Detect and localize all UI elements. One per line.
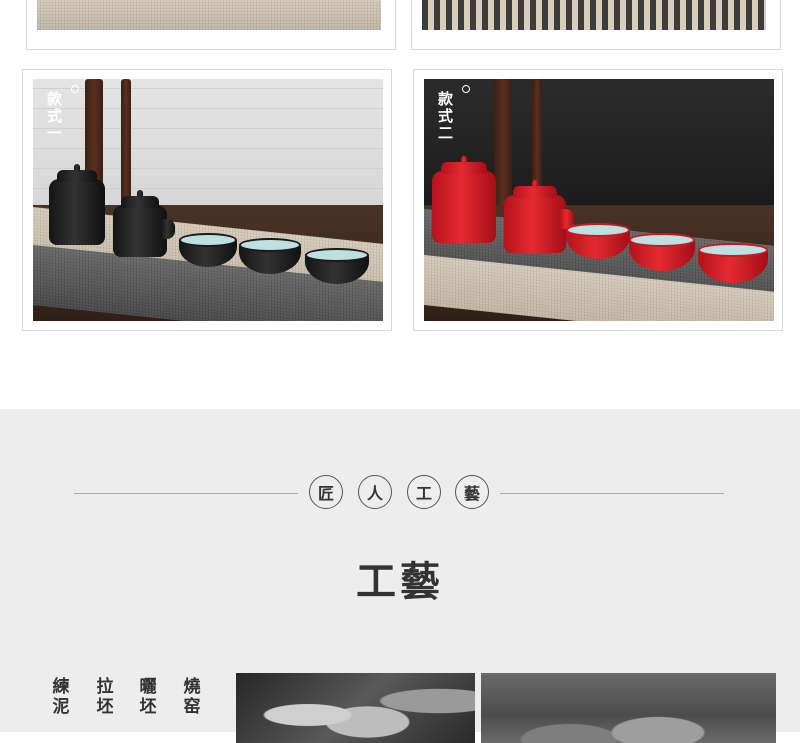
teapot-knob (137, 190, 143, 198)
tea-cup-rim (629, 233, 695, 247)
craft-title: 工藝 (356, 558, 444, 605)
teapot-spout (161, 219, 175, 239)
style-tag-char: 款 (437, 90, 454, 108)
tea-cup-rim (179, 233, 237, 247)
style-tag-char: 一 (46, 124, 63, 142)
step-char: 練 (52, 677, 70, 697)
craft-photo-pottery (481, 673, 776, 743)
tea-cup-rim (305, 248, 369, 262)
craft-photo-hands (236, 673, 475, 743)
craft-section: 匠 人 工 藝 工藝 練 泥 拉 坯 曬 坯 燒 窑 (0, 409, 800, 743)
step-char: 曬 (139, 677, 157, 697)
style-tag-char: 式 (437, 107, 454, 125)
heading-circle-char: 藝 (455, 475, 489, 509)
tea-canister (49, 164, 105, 245)
top-product-card-right (411, 0, 781, 50)
teapot (113, 190, 167, 257)
tea-canister-knob (460, 156, 468, 164)
top-product-card-left (26, 0, 396, 50)
step-clay-preparation: 練 泥 (48, 677, 74, 717)
tea-cup-rim (239, 238, 301, 252)
step-throwing: 拉 坯 (92, 677, 118, 717)
tea-cup-rim (698, 243, 768, 257)
product-photo-style-2: 款 式 二 (424, 79, 774, 321)
product-card-style-1[interactable]: 款 式 一 (22, 69, 392, 331)
craft-steps: 練 泥 拉 坯 曬 坯 燒 窑 (46, 677, 222, 737)
style-tag-dot (462, 85, 470, 93)
step-char: 泥 (52, 697, 70, 717)
step-char: 坯 (96, 697, 114, 717)
step-char: 拉 (96, 677, 114, 697)
heading-circle-char: 匠 (309, 475, 343, 509)
product-photo-style-1: 款 式 一 (33, 79, 383, 321)
tea-cup-rim (566, 223, 630, 237)
style-tag-char: 二 (437, 124, 454, 142)
heading-circle-char: 工 (407, 475, 441, 509)
step-firing: 燒 窑 (179, 677, 205, 717)
style-tag-char: 式 (46, 107, 63, 125)
heading-circle-char: 人 (358, 475, 392, 509)
divider-left (74, 493, 298, 494)
style-2-label: 款 式 二 (434, 85, 470, 142)
step-drying: 曬 坯 (135, 677, 161, 717)
style-tag-char: 款 (46, 90, 63, 108)
step-char: 燒 (183, 677, 201, 697)
product-card-style-2[interactable]: 款 式 二 (413, 69, 783, 331)
tea-canister (432, 156, 496, 243)
style-tag-dot (71, 85, 79, 93)
step-char: 坯 (139, 697, 157, 717)
step-char: 窑 (183, 697, 201, 717)
divider-right (500, 493, 724, 494)
style-1-label: 款 式 一 (43, 85, 79, 142)
product-photo-cropped (37, 0, 381, 30)
tea-canister-knob (74, 164, 80, 172)
product-photo-cropped (422, 0, 766, 30)
teapot (504, 180, 566, 253)
teapot-knob (531, 180, 539, 188)
